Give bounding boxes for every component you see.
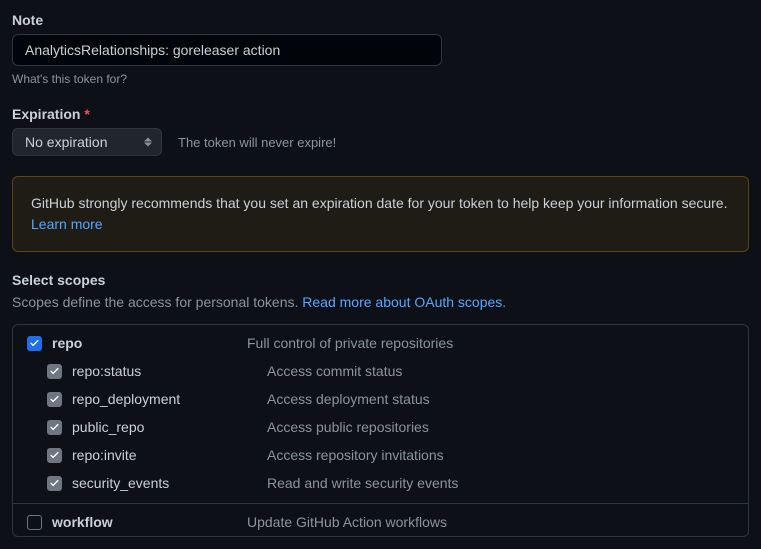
scope-desc: Access deployment status [267,391,430,407]
check-icon [49,394,60,405]
scope-desc: Read and write security events [267,475,458,491]
scope-desc: Full control of private repositories [247,335,453,351]
scope-row-repo-deployment: repo_deployment Access deployment status [13,385,748,413]
learn-more-link[interactable]: Learn more [31,216,103,232]
note-label: Note [12,12,749,28]
alert-text: GitHub strongly recommends that you set … [31,195,727,211]
note-input[interactable] [12,34,442,66]
scope-name: public_repo [72,419,144,435]
oauth-scopes-link[interactable]: Read more about OAuth scopes [302,294,502,310]
note-section: Note What's this token for? [12,12,749,86]
scopes-list: repo Full control of private repositorie… [12,324,749,537]
scope-checkbox-repo[interactable] [27,336,42,351]
select-scopes-heading: Select scopes [12,272,749,288]
scope-row-workflow: workflow Update GitHub Action workflows [13,503,748,536]
check-icon [49,478,60,489]
expiration-label: Expiration * [12,106,749,122]
updown-caret-icon [144,138,152,147]
scope-desc: Access public repositories [267,419,429,435]
scope-row-security-events: security_events Read and write security … [13,469,748,497]
check-icon [49,366,60,377]
scope-desc: Access commit status [267,363,402,379]
scopes-description: Scopes define the access for personal to… [12,294,749,310]
scope-name: repo:status [72,363,141,379]
scope-checkbox-workflow[interactable] [27,515,42,530]
note-help-text: What's this token for? [12,72,749,86]
expiration-warning-alert: GitHub strongly recommends that you set … [12,176,749,252]
expiration-select-button[interactable]: No expiration [12,128,162,156]
scope-checkbox-security-events[interactable] [47,476,62,491]
expiration-section: Expiration * No expiration The token wil… [12,106,749,156]
scope-checkbox-public-repo[interactable] [47,420,62,435]
expiration-info-text: The token will never expire! [178,135,336,150]
scope-name: repo_deployment [72,391,180,407]
scope-row-repo-invite: repo:invite Access repository invitation… [13,441,748,469]
scope-checkbox-repo-deployment[interactable] [47,392,62,407]
check-icon [49,450,60,461]
scope-checkbox-repo-status[interactable] [47,364,62,379]
scope-desc: Access repository invitations [267,447,444,463]
required-star-icon: * [84,106,89,122]
expiration-select[interactable]: No expiration [12,128,162,156]
scope-name: repo:invite [72,447,137,463]
scopes-section: Select scopes Scopes define the access f… [12,272,749,537]
scope-row-repo: repo Full control of private repositorie… [13,325,748,357]
scope-name: workflow [52,514,113,530]
check-icon [49,422,60,433]
scope-row-repo-status: repo:status Access commit status [13,357,748,385]
scope-row-public-repo: public_repo Access public repositories [13,413,748,441]
scope-name: security_events [72,475,169,491]
scope-checkbox-repo-invite[interactable] [47,448,62,463]
scope-desc: Update GitHub Action workflows [247,514,447,530]
check-icon [29,338,40,349]
scope-name: repo [52,335,82,351]
